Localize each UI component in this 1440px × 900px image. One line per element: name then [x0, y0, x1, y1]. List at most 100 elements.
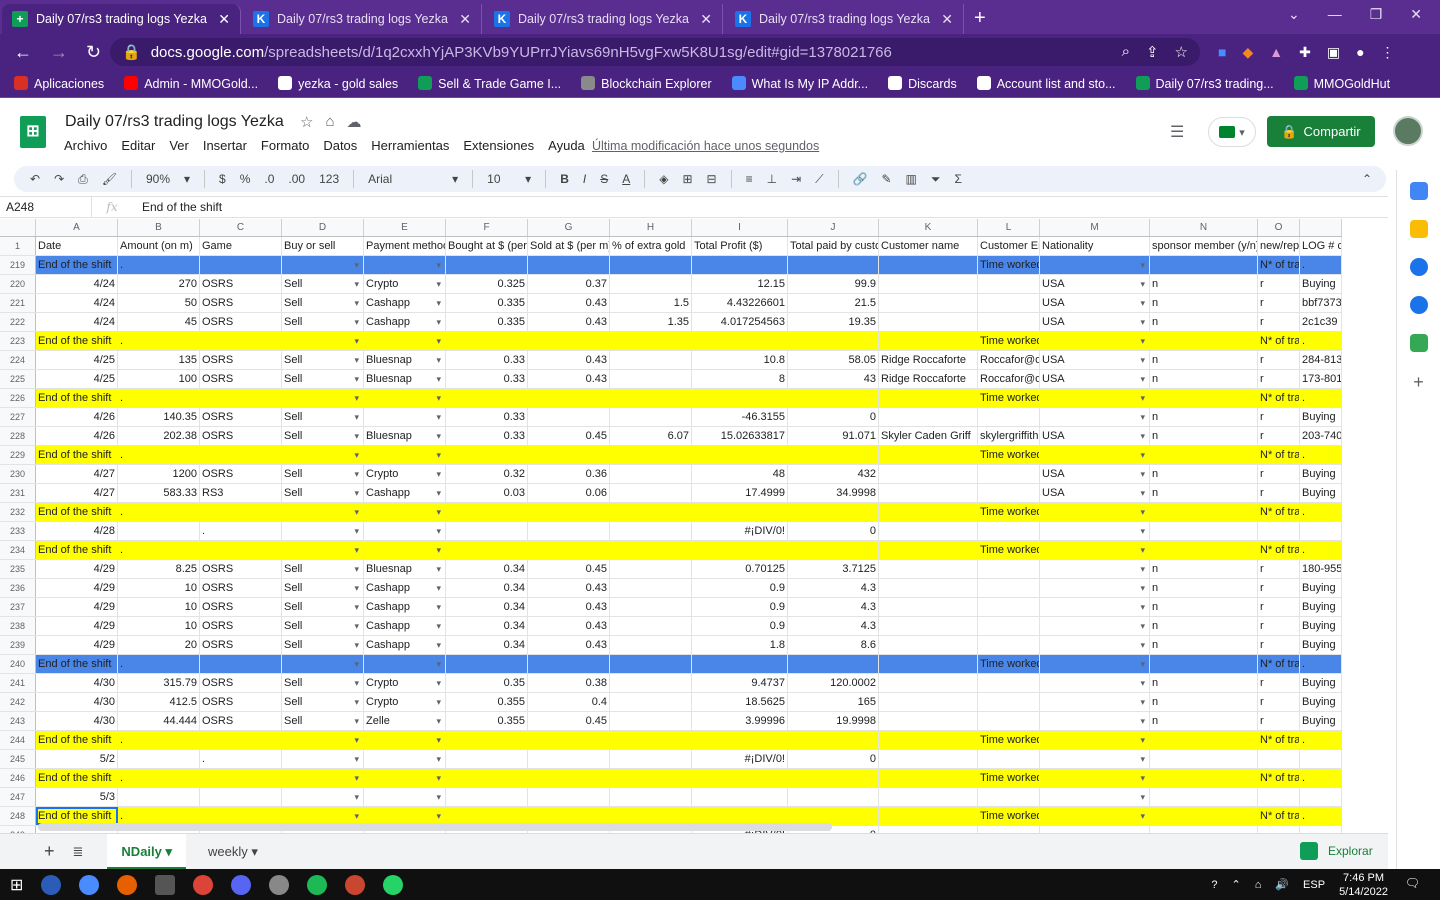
table-cell[interactable]: USA	[1040, 484, 1150, 502]
table-cell[interactable]: USA	[1040, 370, 1150, 388]
table-cell[interactable]	[610, 484, 692, 502]
table-cell[interactable]	[879, 579, 978, 597]
table-cell[interactable]: 4/30	[36, 674, 118, 692]
table-cell[interactable]: n	[1150, 370, 1258, 388]
table-cell[interactable]	[692, 446, 788, 464]
table-cell[interactable]: Sell	[282, 294, 364, 312]
table-cell[interactable]	[200, 389, 282, 407]
table-cell[interactable]	[528, 731, 610, 749]
table-cell[interactable]	[364, 446, 446, 464]
table-cell[interactable]	[978, 313, 1040, 331]
table-cell[interactable]	[610, 541, 692, 559]
table-cell[interactable]: 0.33	[446, 408, 528, 426]
bookmark-item[interactable]: Account list and sto...	[976, 76, 1116, 91]
table-cell[interactable]: n	[1150, 693, 1258, 711]
column-header[interactable]: A	[36, 219, 118, 236]
table-cell[interactable]: r	[1258, 427, 1300, 445]
table-cell[interactable]: Total paid by custor	[788, 237, 879, 255]
table-cell[interactable]	[879, 788, 978, 806]
table-cell[interactable]: Buying	[1300, 636, 1342, 654]
table-cell[interactable]: 91.071	[788, 427, 879, 445]
chevron-down-icon[interactable]: ▾	[162, 844, 173, 859]
table-cell[interactable]: Customer Email	[978, 237, 1040, 255]
table-cell[interactable]	[364, 541, 446, 559]
table-cell[interactable]: .	[118, 769, 200, 787]
table-cell[interactable]: .	[118, 503, 200, 521]
table-cell[interactable]: 58.05	[788, 351, 879, 369]
table-cell[interactable]: 43	[788, 370, 879, 388]
table-cell[interactable]: N* of trades: 0	[1258, 769, 1300, 787]
table-cell[interactable]	[282, 446, 364, 464]
redo-icon[interactable]: ↷	[54, 172, 64, 186]
extension-icon[interactable]: ▲	[1269, 44, 1283, 61]
column-header[interactable]: E	[364, 219, 446, 236]
table-cell[interactable]	[200, 503, 282, 521]
table-cell[interactable]	[610, 351, 692, 369]
table-cell[interactable]	[200, 769, 282, 787]
firefox-icon[interactable]	[117, 874, 138, 895]
print-icon[interactable]: ⎙	[78, 172, 88, 187]
table-cell[interactable]	[879, 313, 978, 331]
fill-color-icon[interactable]: ◈	[659, 172, 668, 186]
table-cell[interactable]: n	[1150, 674, 1258, 692]
table-cell[interactable]: 270	[118, 275, 200, 293]
table-cell[interactable]	[879, 446, 978, 464]
table-cell[interactable]: 0.45	[528, 560, 610, 578]
table-cell[interactable]: 50	[118, 294, 200, 312]
table-cell[interactable]: 4/29	[36, 617, 118, 635]
table-cell[interactable]	[978, 484, 1040, 502]
table-cell[interactable]	[364, 256, 446, 274]
table-cell[interactable]	[1040, 617, 1150, 635]
last-modified-link[interactable]: Última modificación hace unos segundos	[592, 139, 819, 153]
chrome-icon[interactable]	[345, 874, 366, 895]
table-cell[interactable]: 4.3	[788, 598, 879, 616]
table-cell[interactable]	[282, 750, 364, 768]
table-cell[interactable]	[610, 655, 692, 673]
table-cell[interactable]: 4/25	[36, 351, 118, 369]
table-cell[interactable]: 9.4737	[692, 674, 788, 692]
table-cell[interactable]	[879, 503, 978, 521]
table-cell[interactable]	[978, 579, 1040, 597]
windows-start-icon[interactable]: ⊞	[10, 875, 23, 895]
filter-icon[interactable]: ⏷	[931, 172, 941, 187]
table-cell[interactable]	[978, 560, 1040, 578]
table-cell[interactable]	[446, 332, 528, 350]
table-cell[interactable]: Crypto	[364, 465, 446, 483]
table-cell[interactable]	[528, 389, 610, 407]
table-cell[interactable]: 0.325	[446, 275, 528, 293]
table-cell[interactable]: N* of trades: 0	[1258, 541, 1300, 559]
table-cell[interactable]	[200, 655, 282, 673]
table-cell[interactable]	[610, 579, 692, 597]
table-cell[interactable]: Crypto	[364, 693, 446, 711]
table-cell[interactable]	[978, 275, 1040, 293]
table-cell[interactable]: 0	[788, 408, 879, 426]
row-number[interactable]: 234	[0, 541, 36, 559]
formula-input[interactable]: End of the shift	[132, 200, 222, 214]
table-cell[interactable]	[610, 598, 692, 616]
row-number[interactable]: 248	[0, 807, 36, 825]
table-cell[interactable]: r	[1258, 617, 1300, 635]
table-cell[interactable]	[1150, 750, 1258, 768]
table-cell[interactable]	[978, 294, 1040, 312]
table-cell[interactable]	[1150, 256, 1258, 274]
table-cell[interactable]	[610, 389, 692, 407]
column-header[interactable]: N	[1150, 219, 1258, 236]
network-icon[interactable]: ⌂	[1255, 879, 1262, 891]
table-cell[interactable]: 10	[118, 598, 200, 616]
table-cell[interactable]	[692, 788, 788, 806]
table-cell[interactable]: Sell	[282, 351, 364, 369]
table-cell[interactable]: 6.07	[610, 427, 692, 445]
table-cell[interactable]: 0.34	[446, 636, 528, 654]
table-cell[interactable]: r	[1258, 351, 1300, 369]
table-cell[interactable]: n	[1150, 598, 1258, 616]
table-cell[interactable]	[610, 769, 692, 787]
language-label[interactable]: ESP	[1303, 879, 1325, 891]
table-cell[interactable]: Bluesnap	[364, 351, 446, 369]
sidebar-icon[interactable]: ▣	[1327, 44, 1340, 61]
calculator-icon[interactable]	[155, 874, 176, 895]
table-cell[interactable]	[978, 674, 1040, 692]
table-cell[interactable]	[978, 465, 1040, 483]
table-cell[interactable]: Sell	[282, 674, 364, 692]
table-cell[interactable]	[879, 807, 978, 825]
table-cell[interactable]	[1150, 389, 1258, 407]
